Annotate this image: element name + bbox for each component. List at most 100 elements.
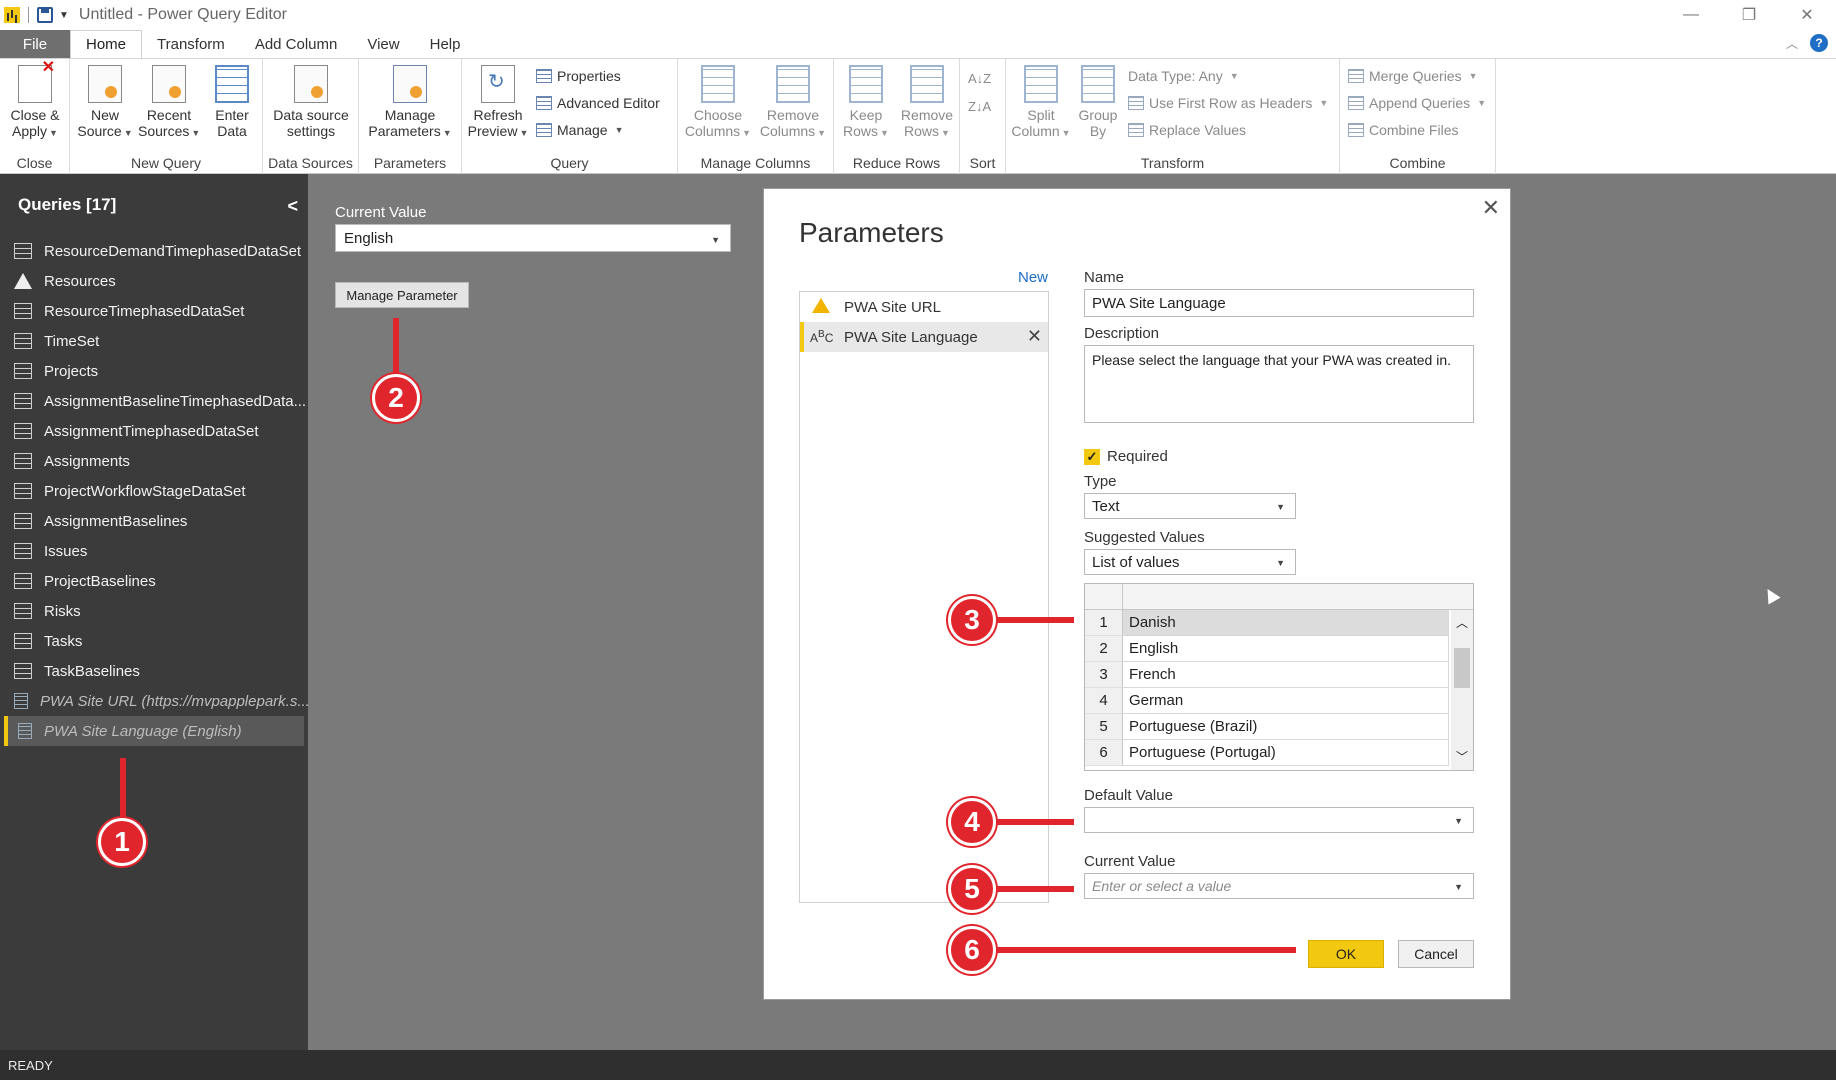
properties-button[interactable]: Properties bbox=[536, 65, 621, 87]
tab-home[interactable]: Home bbox=[70, 30, 143, 58]
ok-button[interactable]: OK bbox=[1308, 940, 1384, 968]
split-column-button[interactable]: Split Column ▼ bbox=[1010, 65, 1072, 141]
data-type-dropdown[interactable]: Data Type: Any ▼ bbox=[1128, 65, 1239, 87]
restore-button[interactable]: ❐ bbox=[1720, 0, 1778, 30]
manage-parameters-button[interactable]: Manage Parameters ▼ bbox=[363, 65, 457, 141]
query-item[interactable]: Risks bbox=[0, 596, 308, 626]
query-item[interactable]: AssignmentTimephasedDataSet bbox=[0, 416, 308, 446]
table-icon bbox=[14, 453, 32, 469]
append-queries-button[interactable]: Append Queries ▼ bbox=[1348, 92, 1486, 114]
group-by-button[interactable]: Group By bbox=[1076, 65, 1120, 139]
suggested-values-select[interactable]: List of values ▼ bbox=[1084, 549, 1296, 575]
warning-icon bbox=[14, 273, 32, 289]
query-item[interactable]: Assignments bbox=[0, 446, 308, 476]
values-table-row[interactable]: 6 Portuguese (Portugal) bbox=[1085, 740, 1473, 766]
row-value[interactable]: English bbox=[1123, 636, 1449, 662]
parameter-icon bbox=[14, 693, 28, 709]
row-value[interactable]: Portuguese (Brazil) bbox=[1123, 714, 1449, 740]
group-label-query: Query bbox=[550, 155, 589, 171]
cancel-button[interactable]: Cancel bbox=[1398, 940, 1474, 968]
current-value-placeholder: Enter or select a value bbox=[1092, 878, 1232, 894]
tab-transform[interactable]: Transform bbox=[142, 30, 240, 58]
query-item[interactable]: ProjectBaselines bbox=[0, 566, 308, 596]
refresh-preview-button[interactable]: Refresh Preview▼ bbox=[466, 65, 530, 141]
query-item[interactable]: Issues bbox=[0, 536, 308, 566]
query-item[interactable]: AssignmentBaselineTimephasedData... bbox=[0, 386, 308, 416]
query-item[interactable]: Projects bbox=[0, 356, 308, 386]
tab-add-column[interactable]: Add Column bbox=[240, 30, 353, 58]
new-source-label: New Source bbox=[77, 107, 122, 139]
type-select[interactable]: Text ▼ bbox=[1084, 493, 1296, 519]
description-field[interactable]: Please select the language that your PWA… bbox=[1084, 345, 1474, 423]
query-item[interactable]: PWA Site Language (English) bbox=[4, 716, 304, 746]
merge-queries-button[interactable]: Merge Queries ▼ bbox=[1348, 65, 1478, 87]
query-item-label: PWA Site Language (English) bbox=[44, 722, 242, 740]
query-item[interactable]: ResourceDemandTimephasedDataSet bbox=[0, 236, 308, 266]
enter-data-button[interactable]: Enter Data bbox=[208, 65, 256, 139]
suggested-values-value: List of values bbox=[1092, 553, 1180, 571]
query-item-label: Risks bbox=[44, 602, 81, 620]
required-checkbox[interactable]: ✓ bbox=[1084, 449, 1100, 465]
recent-sources-button[interactable]: Recent Sources ▼ bbox=[138, 65, 200, 141]
remove-columns-button[interactable]: Remove Columns ▼ bbox=[758, 65, 828, 141]
help-icon[interactable]: ? bbox=[1810, 34, 1828, 52]
sort-ascending-button[interactable]: A↓Z bbox=[968, 67, 991, 89]
query-item[interactable]: AssignmentBaselines bbox=[0, 506, 308, 536]
scroll-up-icon[interactable]: ︿ bbox=[1453, 614, 1471, 632]
minimize-button[interactable]: — bbox=[1662, 0, 1720, 30]
first-row-headers-button[interactable]: Use First Row as Headers ▼ bbox=[1128, 92, 1328, 114]
query-item[interactable]: Tasks bbox=[0, 626, 308, 656]
query-item-label: AssignmentTimephasedDataSet bbox=[44, 422, 259, 440]
scroll-thumb[interactable] bbox=[1454, 648, 1470, 688]
data-source-settings-button[interactable]: Data source settings bbox=[269, 65, 353, 139]
description-value: Please select the language that your PWA… bbox=[1092, 352, 1452, 368]
close-window-button[interactable]: ✕ bbox=[1778, 0, 1836, 30]
query-item[interactable]: TimeSet bbox=[0, 326, 308, 356]
current-value-select[interactable]: English ▼ bbox=[335, 224, 731, 252]
manage-parameter-button[interactable]: Manage Parameter bbox=[335, 282, 469, 308]
choose-columns-button[interactable]: Choose Columns ▼ bbox=[684, 65, 752, 141]
values-table-row[interactable]: 3 French bbox=[1085, 662, 1473, 688]
values-table-row[interactable]: 2 English bbox=[1085, 636, 1473, 662]
advanced-editor-button[interactable]: Advanced Editor bbox=[536, 92, 660, 114]
query-item[interactable]: TaskBaselines bbox=[0, 656, 308, 686]
scroll-down-icon[interactable]: ﹀ bbox=[1453, 748, 1471, 766]
query-item[interactable]: Resources bbox=[0, 266, 308, 296]
current-value-input[interactable]: Enter or select a value ▼ bbox=[1084, 873, 1474, 899]
tab-help[interactable]: Help bbox=[415, 30, 476, 58]
tab-file[interactable]: File bbox=[0, 30, 70, 58]
row-value[interactable]: Danish bbox=[1123, 610, 1449, 636]
collapse-panel-icon[interactable]: < bbox=[287, 196, 298, 217]
table-icon bbox=[14, 633, 32, 649]
remove-rows-button[interactable]: Remove Rows ▼ bbox=[898, 65, 956, 141]
save-icon[interactable] bbox=[37, 7, 53, 23]
row-value[interactable]: German bbox=[1123, 688, 1449, 714]
combine-files-button[interactable]: Combine Files bbox=[1348, 119, 1458, 141]
values-table-row[interactable]: 1 Danish bbox=[1085, 610, 1473, 636]
values-table-row[interactable]: 5 Portuguese (Brazil) bbox=[1085, 714, 1473, 740]
replace-values-button[interactable]: Replace Values bbox=[1128, 119, 1246, 141]
values-table-row[interactable]: 4 German bbox=[1085, 688, 1473, 714]
new-source-button[interactable]: New Source ▼ bbox=[76, 65, 134, 141]
group-label-reduce-rows: Reduce Rows bbox=[852, 155, 941, 171]
dialog-close-icon[interactable]: ✕ bbox=[1482, 195, 1500, 221]
name-field[interactable]: PWA Site Language bbox=[1084, 289, 1474, 317]
param-item-site-url[interactable]: PWA Site URL bbox=[800, 292, 1048, 322]
keep-rows-button[interactable]: Keep Rows ▼ bbox=[838, 65, 894, 141]
param-item-site-language[interactable]: ABC PWA Site Language ✕ bbox=[800, 322, 1048, 352]
row-value[interactable]: French bbox=[1123, 662, 1449, 688]
sort-descending-button[interactable]: Z↓A bbox=[968, 95, 991, 117]
delete-parameter-icon[interactable]: ✕ bbox=[1027, 326, 1042, 347]
tab-view[interactable]: View bbox=[352, 30, 414, 58]
collapse-ribbon-icon[interactable]: ︿ bbox=[1786, 35, 1798, 52]
manage-query-button[interactable]: Manage ▼ bbox=[536, 119, 624, 141]
values-scrollbar[interactable]: ︿ ﹀ bbox=[1451, 610, 1473, 770]
new-parameter-link[interactable]: New bbox=[1018, 269, 1048, 286]
close-apply-button[interactable]: Close & Apply▼ bbox=[6, 60, 64, 141]
query-item[interactable]: ResourceTimephasedDataSet bbox=[0, 296, 308, 326]
quick-access-dropdown-icon[interactable]: ▼ bbox=[59, 10, 69, 21]
query-item[interactable]: ProjectWorkflowStageDataSet bbox=[0, 476, 308, 506]
default-value-select[interactable]: ▼ bbox=[1084, 807, 1474, 833]
row-value[interactable]: Portuguese (Portugal) bbox=[1123, 740, 1449, 766]
query-item[interactable]: PWA Site URL (https://mvpapplepark.s... bbox=[0, 686, 308, 716]
